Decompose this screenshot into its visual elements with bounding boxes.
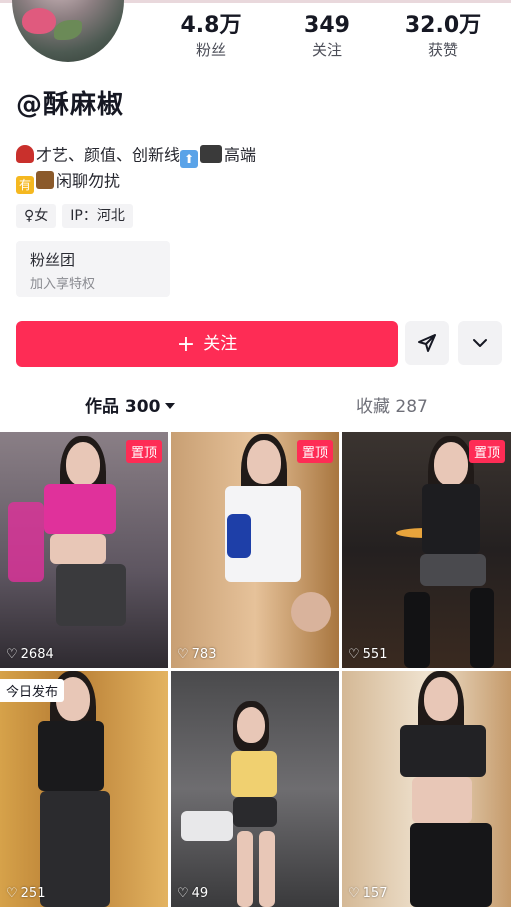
video-thumbnail[interactable]: 今日发布 ♡ 251 [0, 671, 168, 907]
video-thumbnail[interactable]: 置顶 ♡ 783 [171, 432, 339, 668]
dancer-emoji-icon [16, 145, 34, 163]
pinned-badge: 置顶 [296, 440, 333, 463]
figure-top [400, 725, 486, 777]
fans-group-subtitle: 加入享特权 [30, 277, 96, 292]
figure-arm [8, 502, 44, 582]
figure-skirt [410, 823, 492, 907]
heart-outline-icon: ♡ [177, 647, 189, 662]
video-likes-count: 551 [362, 647, 388, 662]
avatar-leaf [54, 20, 82, 40]
door-emoji-icon [36, 171, 54, 189]
video-likes-count: 157 [362, 886, 388, 901]
video-likes-count: 49 [191, 886, 209, 901]
figure-skirt [233, 797, 277, 827]
profile-tags: ♀女 IP：河北 [16, 204, 139, 228]
gender-tag: ♀女 [16, 204, 57, 228]
stat-followers[interactable]: 4.8万 粉丝 [156, 12, 266, 60]
stat-following-label: 关注 [311, 41, 342, 59]
stat-likes-received[interactable]: 32.0万 获赞 [388, 12, 498, 60]
heart-outline-icon: ♡ [6, 886, 18, 901]
avatar-flower [22, 8, 56, 34]
figure-head [434, 442, 468, 486]
figure-legs [40, 791, 110, 907]
heart-outline-icon: ♡ [177, 886, 189, 901]
video-grid: 置顶 ♡ 2684 置顶 ♡ 783 置顶 ♡ 551 今日发布 ♡ 251 ♡… [0, 432, 511, 907]
video-thumbnail[interactable]: 置顶 ♡ 2684 [0, 432, 168, 668]
tab-favorites[interactable]: 收藏 287 [356, 396, 428, 418]
pinned-badge: 置顶 [125, 440, 162, 463]
profile-tabs: 作品 300 收藏 287 [0, 396, 511, 430]
figure-top [44, 484, 116, 534]
heart-outline-icon: ♡ [348, 886, 360, 901]
figure-hand [291, 592, 331, 632]
more-options-button[interactable] [458, 321, 502, 365]
figure-waist [412, 777, 472, 823]
figure-head [66, 442, 100, 486]
video-thumbnail[interactable]: ♡ 49 [171, 671, 339, 907]
figure-tie [227, 514, 251, 558]
today-published-badge: 今日发布 [0, 679, 65, 702]
figure-boot [470, 588, 494, 668]
stat-likes-value: 32.0万 [404, 13, 482, 38]
stat-followers-label: 粉丝 [195, 41, 226, 59]
stat-following[interactable]: 349 关注 [272, 12, 382, 60]
stat-followers-value: 4.8万 [180, 13, 242, 38]
caret-down-icon [165, 403, 176, 409]
video-likes-count: 251 [20, 886, 46, 901]
username: @酥麻椒 [16, 90, 125, 120]
stat-following-value: 349 [304, 13, 350, 38]
heart-outline-icon: ♡ [348, 647, 360, 662]
video-likes: ♡ 551 [348, 647, 387, 662]
send-icon [418, 334, 436, 352]
follow-label: 关注 [203, 334, 238, 354]
video-likes: ♡ 783 [177, 647, 216, 662]
film-emoji-icon [200, 145, 223, 163]
fans-group-card[interactable]: 粉丝团 加入享特权 [16, 241, 170, 297]
figure-leg [259, 831, 275, 907]
figure-shorts [420, 554, 486, 586]
figure-waist [50, 534, 106, 564]
follow-button[interactable]: + 关注 [16, 321, 398, 367]
arrow-up-emoji-icon: ⬆ [180, 150, 199, 168]
bio-line-2: 有 闲聊勿扰 [16, 170, 120, 194]
tab-works[interactable]: 作品 300 [85, 396, 176, 418]
figure-skirt [56, 564, 126, 626]
profile-stats: 4.8万 粉丝 349 关注 32.0万 获赞 [150, 12, 511, 64]
plus-icon: + [176, 332, 196, 357]
bio-line-1: 才艺、颜值、创新线 ⬆ 高端 [16, 144, 256, 168]
figure-leg [237, 831, 253, 907]
video-likes: ♡ 49 [177, 886, 208, 901]
you-badge-icon: 有 [16, 176, 34, 194]
chevron-down-icon [473, 339, 487, 347]
figure-head [424, 677, 458, 721]
figure-head [237, 707, 265, 743]
bio-line-2-text: 闲聊勿扰 [56, 171, 121, 191]
video-likes: ♡ 157 [348, 886, 387, 901]
ip-tag: IP：河北 [62, 204, 133, 228]
figure-top [38, 721, 104, 791]
tab-works-label: 作品 300 [85, 397, 161, 417]
video-likes-count: 783 [191, 647, 217, 662]
bio-line-1-text: 才艺、颜值、创新线 [36, 145, 181, 165]
pinned-badge: 置顶 [468, 440, 505, 463]
figure-top [231, 751, 277, 797]
stat-likes-label: 获赞 [427, 41, 458, 59]
figure-top [422, 484, 480, 554]
car [181, 811, 233, 841]
video-likes: ♡ 251 [6, 886, 45, 901]
video-thumbnail[interactable]: 置顶 ♡ 551 [342, 432, 511, 668]
figure-head [247, 440, 281, 484]
video-likes: ♡ 2684 [6, 647, 54, 662]
avatar[interactable] [12, 0, 124, 62]
video-thumbnail[interactable]: ♡ 157 [342, 671, 511, 907]
bio-line-1-end: 高端 [224, 145, 257, 165]
send-message-button[interactable] [405, 321, 449, 365]
video-likes-count: 2684 [20, 647, 54, 662]
heart-outline-icon: ♡ [6, 647, 18, 662]
figure-boot [404, 592, 430, 668]
fans-group-title: 粉丝团 [30, 251, 76, 269]
